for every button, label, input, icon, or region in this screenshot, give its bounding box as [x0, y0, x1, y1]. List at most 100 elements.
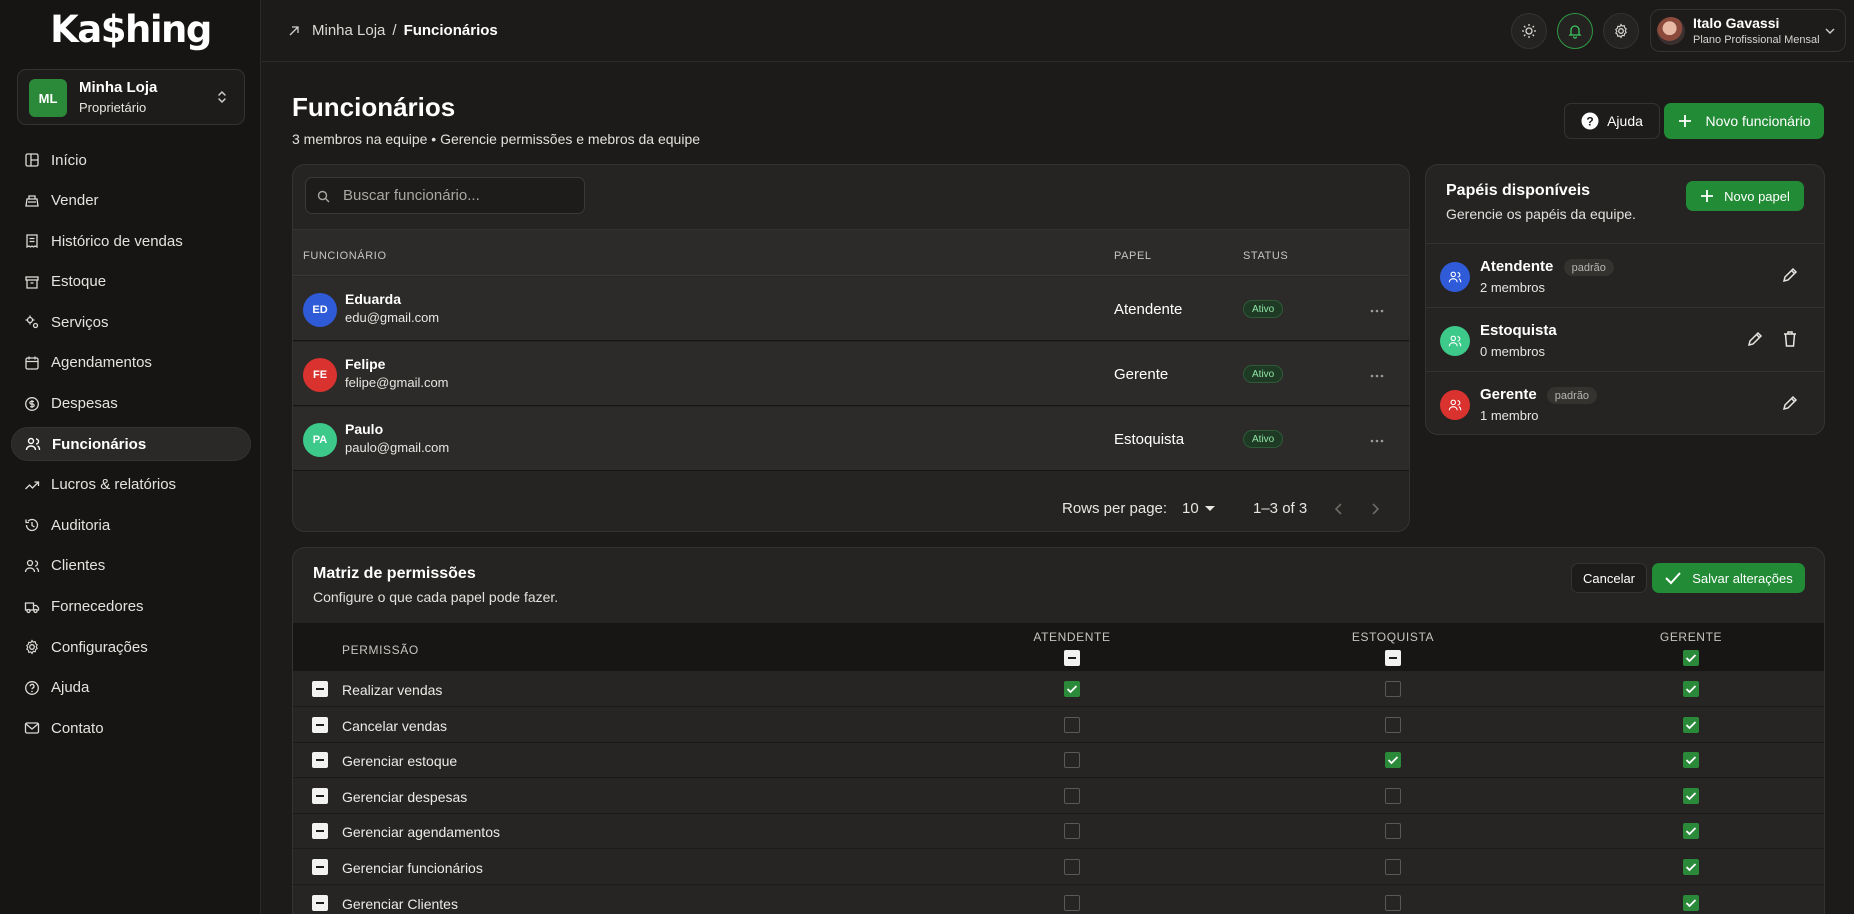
row-toggle-checkbox[interactable]: [312, 752, 328, 769]
sidebar-item-7[interactable]: Despesas: [11, 387, 251, 421]
new-employee-button[interactable]: Novo funcionário: [1664, 103, 1824, 139]
role-column-header: ATENDENTE: [992, 630, 1152, 666]
permission-checkbox[interactable]: [1683, 716, 1699, 733]
table-row[interactable]: FE Felipe felipe@gmail.com Gerente Ativo: [293, 342, 1409, 406]
sidebar-item-label: Ajuda: [51, 679, 90, 697]
save-changes-button[interactable]: Salvar alterações: [1652, 563, 1805, 593]
permission-checkbox[interactable]: [1385, 752, 1401, 769]
check-icon: [1685, 827, 1697, 836]
permission-checkbox[interactable]: [1064, 752, 1080, 769]
brand-logo[interactable]: Ka$hing: [0, 8, 261, 51]
row-toggle-checkbox[interactable]: [312, 716, 328, 733]
sidebar-item-label: Agendamentos: [51, 354, 152, 372]
help-button[interactable]: ? Ajuda: [1564, 103, 1660, 139]
delete-role-button[interactable]: [1782, 330, 1798, 351]
status-badge: Ativo: [1243, 430, 1284, 448]
avatar: ED: [303, 293, 337, 327]
truck-icon: [24, 601, 40, 613]
permission-checkbox[interactable]: [1385, 716, 1401, 733]
sidebar-item-1[interactable]: Início: [11, 143, 251, 177]
permission-checkbox[interactable]: [1683, 681, 1699, 697]
sidebar-item-8[interactable]: Funcionários: [11, 427, 251, 462]
search-input[interactable]: [343, 178, 578, 213]
sidebar-item-4[interactable]: Estoque: [11, 265, 251, 299]
new-role-button[interactable]: Novo papel: [1686, 181, 1804, 211]
sidebar-item-5[interactable]: Serviços: [11, 305, 251, 339]
select-all-checkbox[interactable]: [1064, 650, 1080, 666]
sidebar-item-11[interactable]: Clientes: [11, 549, 251, 583]
role-item: Atendente padrão 2 membros: [1426, 243, 1824, 307]
store-switcher[interactable]: ML Minha Loja Proprietário: [17, 69, 245, 125]
permission-checkbox[interactable]: [1683, 752, 1699, 769]
select-all-checkbox[interactable]: [1385, 650, 1401, 666]
column-status[interactable]: STATUS: [1243, 250, 1288, 262]
sidebar-item-6[interactable]: Agendamentos: [11, 346, 251, 380]
permission-checkbox[interactable]: [1385, 859, 1401, 875]
clients-icon: [24, 559, 40, 572]
row-toggle-checkbox[interactable]: [312, 787, 328, 804]
permission-checkbox[interactable]: [1385, 681, 1401, 697]
breadcrumb-parent[interactable]: Minha Loja: [312, 22, 385, 39]
sidebar-item-13[interactable]: Configurações: [11, 630, 251, 664]
permission-checkbox[interactable]: [1683, 894, 1699, 911]
permission-checkbox[interactable]: [1064, 716, 1080, 733]
next-page-button[interactable]: [1370, 502, 1380, 520]
permission-checkbox[interactable]: [1064, 894, 1080, 911]
permission-checkbox[interactable]: [1064, 681, 1080, 697]
caret-down-icon: [1204, 505, 1215, 511]
sidebar: Ka$hing ML Minha Loja Proprietário Iníci…: [0, 0, 261, 914]
box-icon: [25, 276, 39, 289]
sidebar-item-label: Vender: [51, 192, 99, 210]
permission-checkbox[interactable]: [1064, 787, 1080, 804]
row-toggle-checkbox[interactable]: [312, 823, 328, 840]
column-employee[interactable]: FUNCIONÁRIO: [303, 250, 387, 262]
sidebar-nav: Início Vender Histórico de vendas Estoque Se…: [11, 143, 251, 752]
theme-toggle-button[interactable]: [1511, 13, 1547, 49]
plus-icon: [1701, 190, 1714, 202]
select-all-checkbox[interactable]: [1683, 650, 1699, 666]
row-actions-button[interactable]: [1370, 301, 1384, 317]
permission-checkbox[interactable]: [1683, 787, 1699, 804]
sidebar-item-3[interactable]: Histórico de vendas: [11, 224, 251, 258]
table-row[interactable]: ED Eduarda edu@gmail.com Atendente Ativo: [293, 277, 1409, 341]
cancel-label: Cancelar: [1582, 570, 1636, 586]
permission-checkbox[interactable]: [1064, 823, 1080, 840]
permission-checkbox[interactable]: [1683, 823, 1699, 840]
sidebar-item-10[interactable]: Auditoria: [11, 508, 251, 542]
check-icon: [1685, 792, 1697, 801]
row-toggle-checkbox[interactable]: [312, 859, 328, 875]
arrow-up-right-icon[interactable]: [288, 25, 300, 37]
user-menu[interactable]: Italo Gavassi Plano Profissional Mensal: [1650, 9, 1846, 52]
permission-checkbox[interactable]: [1064, 859, 1080, 875]
sidebar-item-12[interactable]: Fornecedores: [11, 590, 251, 624]
row-toggle-checkbox[interactable]: [312, 681, 328, 697]
settings-button[interactable]: [1603, 13, 1639, 49]
permission-checkbox[interactable]: [1385, 894, 1401, 911]
notifications-button[interactable]: [1557, 13, 1593, 49]
sidebar-item-14[interactable]: Ajuda: [11, 671, 251, 705]
permissions-matrix-card: Matriz de permissões Configure o que cad…: [292, 547, 1825, 914]
cancel-button[interactable]: Cancelar: [1571, 563, 1647, 593]
permission-checkbox[interactable]: [1385, 787, 1401, 804]
edit-role-button[interactable]: [1746, 330, 1764, 351]
employee-role: Gerente: [1114, 366, 1169, 383]
table-row[interactable]: PA Paulo paulo@gmail.com Estoquista Ativo: [293, 407, 1409, 471]
users-icon: [1448, 335, 1462, 347]
edit-role-button[interactable]: [1781, 266, 1799, 287]
check-icon: [1685, 685, 1697, 694]
sidebar-item-9[interactable]: Lucros & relatórios: [11, 468, 251, 502]
sidebar-item-2[interactable]: Vender: [11, 184, 251, 218]
sidebar-item-label: Auditoria: [51, 516, 111, 534]
chevron-right-icon: [1372, 503, 1380, 515]
column-role[interactable]: PAPEL: [1114, 250, 1152, 262]
row-actions-button[interactable]: [1370, 431, 1384, 447]
edit-role-button[interactable]: [1781, 394, 1799, 415]
prev-page-button[interactable]: [1334, 502, 1344, 520]
sidebar-item-15[interactable]: Contato: [11, 711, 251, 745]
row-actions-button[interactable]: [1370, 366, 1384, 382]
permission-checkbox[interactable]: [1683, 859, 1699, 875]
rows-per-page-select[interactable]: 10: [1182, 500, 1216, 517]
breadcrumb-separator: /: [392, 22, 397, 39]
row-toggle-checkbox[interactable]: [312, 894, 328, 911]
permission-checkbox[interactable]: [1385, 823, 1401, 840]
